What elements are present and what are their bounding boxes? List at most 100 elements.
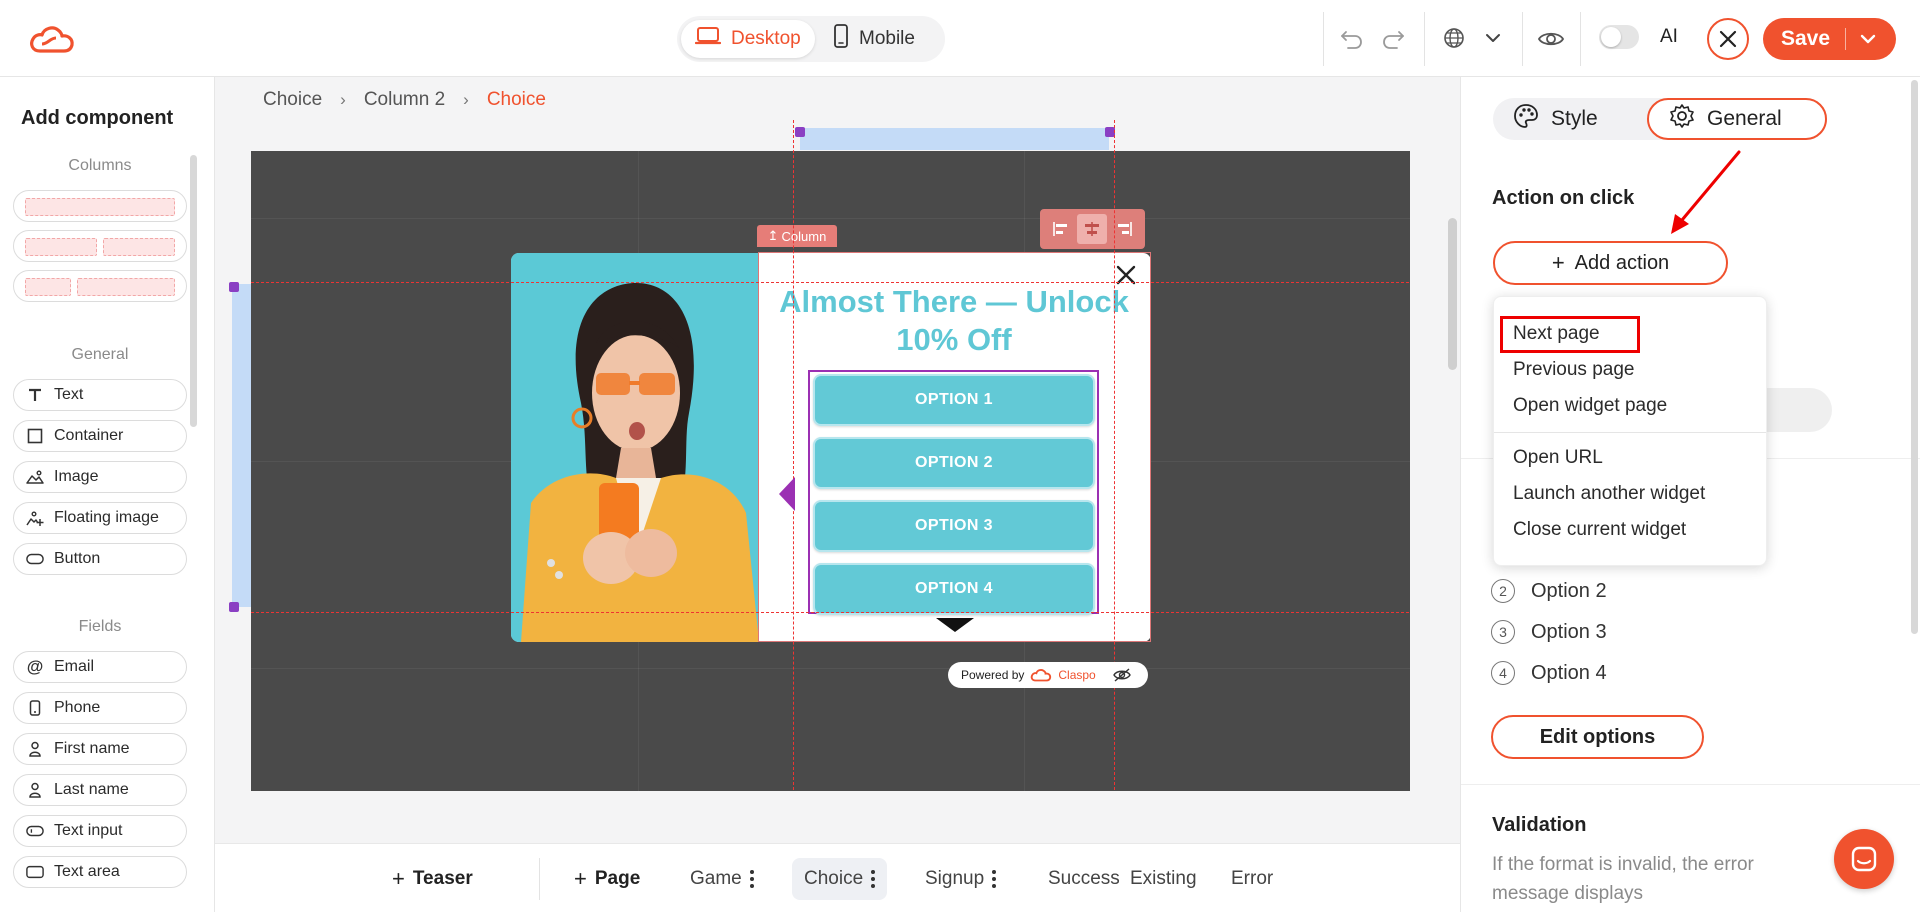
more-vertical-icon[interactable]	[749, 870, 754, 888]
align-center-icon[interactable]	[1077, 214, 1108, 244]
canvas-scrollbar[interactable]	[1448, 218, 1457, 370]
breadcrumb-item[interactable]: Column 2	[364, 89, 445, 111]
menu-item-launch-another-widget[interactable]: Launch another widget	[1513, 483, 1705, 505]
option-button[interactable]: OPTION 2	[813, 437, 1095, 489]
align-left-icon[interactable]	[1046, 214, 1076, 244]
person-icon	[26, 740, 44, 758]
menu-item-previous-page[interactable]: Previous page	[1513, 359, 1634, 381]
component-text-area[interactable]: Text area	[13, 856, 187, 888]
component-label: Last name	[54, 781, 129, 798]
breadcrumb-item[interactable]: Choice	[263, 89, 322, 111]
popup-headline[interactable]: Almost There — Unlock 10% Off	[774, 283, 1134, 359]
component-floating-image[interactable]: Floating image	[13, 502, 187, 534]
more-vertical-icon[interactable]	[871, 870, 876, 888]
option-row[interactable]: 3 Option 3	[1491, 620, 1607, 644]
desktop-button[interactable]: Desktop	[681, 20, 815, 58]
woman-with-phone-image[interactable]	[511, 253, 759, 642]
laptop-icon	[694, 26, 722, 52]
component-label: Phone	[54, 699, 101, 716]
mobile-button[interactable]: Mobile	[819, 20, 939, 58]
option-button[interactable]: OPTION 1	[813, 374, 1095, 426]
component-last-name[interactable]: Last name	[13, 774, 187, 806]
divider	[1845, 28, 1846, 50]
column-layout-2[interactable]	[13, 230, 187, 262]
save-button[interactable]: Save	[1763, 18, 1896, 60]
component-phone[interactable]: Phone	[13, 692, 187, 724]
column-layout-3[interactable]	[13, 270, 187, 302]
close-editor-button[interactable]	[1707, 18, 1749, 60]
left-arrow-handle-icon[interactable]	[777, 475, 797, 513]
component-label: Text area	[54, 863, 120, 880]
option-label: Option 3	[1531, 620, 1607, 643]
powered-by-badge[interactable]: Powered by Claspo	[948, 662, 1148, 688]
page-tab-game[interactable]: Game	[678, 858, 766, 900]
add-page-button[interactable]: + Page	[562, 858, 652, 900]
component-button[interactable]: Button	[13, 543, 187, 575]
column-tag[interactable]: ↥ Column	[757, 225, 837, 247]
resize-handle[interactable]	[229, 282, 239, 292]
menu-item-next-page[interactable]: Next page	[1513, 323, 1600, 345]
component-image[interactable]: Image	[13, 461, 187, 493]
popup-close-icon[interactable]	[1112, 261, 1140, 289]
resize-handle[interactable]	[795, 127, 805, 137]
add-teaser-button[interactable]: + Teaser	[380, 858, 485, 900]
breadcrumb-separator: ›	[340, 90, 346, 109]
component-container[interactable]: Container	[13, 420, 187, 452]
resize-handle[interactable]	[229, 602, 239, 612]
logo-icon[interactable]	[28, 24, 76, 54]
redo-icon[interactable]	[1379, 25, 1407, 53]
panel-scrollbar[interactable]	[1911, 80, 1918, 634]
component-first-name[interactable]: First name	[13, 733, 187, 765]
component-text-input[interactable]: Text input	[13, 815, 187, 847]
column-cell	[25, 198, 175, 216]
claspo-logo-icon	[1031, 669, 1052, 682]
edit-options-button[interactable]: Edit options	[1491, 715, 1704, 759]
column-layout-1[interactable]	[13, 190, 187, 222]
alignment-toolbar	[1040, 209, 1145, 249]
powered-by-label: Powered by	[961, 668, 1025, 682]
add-action-button[interactable]: + Add action	[1493, 241, 1728, 285]
page-tab-label: Game	[690, 868, 742, 889]
component-text[interactable]: Text	[13, 379, 187, 411]
component-label: Floating image	[54, 509, 159, 526]
option-button[interactable]: OPTION 4	[813, 563, 1095, 615]
divider	[1424, 12, 1425, 66]
globe-icon[interactable]	[1440, 24, 1468, 52]
resize-bar-top[interactable]	[800, 128, 1109, 150]
guide-line	[251, 282, 1409, 283]
more-vertical-icon[interactable]	[992, 870, 997, 888]
validation-heading: Validation	[1492, 814, 1587, 836]
top-bar: Desktop Mobile AI Save	[0, 0, 1920, 77]
chevron-down-icon[interactable]	[1481, 26, 1505, 50]
resize-bar-left[interactable]	[232, 284, 251, 607]
column-cell	[77, 278, 175, 296]
option-row[interactable]: 4 Option 4	[1491, 661, 1607, 685]
tab-style[interactable]: Style	[1493, 98, 1643, 140]
page-tab-label: Existing	[1130, 868, 1197, 889]
page-tab-signup[interactable]: Signup	[913, 858, 1008, 900]
eye-icon[interactable]	[1536, 25, 1566, 53]
choice-options-group[interactable]: OPTION 1 OPTION 2 OPTION 3 OPTION 4	[808, 370, 1099, 615]
option-row[interactable]: 2 Option 2	[1491, 579, 1607, 603]
tab-general[interactable]: General	[1647, 98, 1827, 140]
down-arrow-handle-icon[interactable]	[934, 616, 976, 634]
ai-toggle[interactable]	[1599, 25, 1639, 49]
eye-off-icon[interactable]	[1112, 667, 1132, 683]
chevron-down-icon[interactable]	[1859, 29, 1877, 55]
breadcrumb-current: Choice	[486, 89, 546, 110]
menu-item-close-current-widget[interactable]: Close current widget	[1513, 519, 1686, 541]
panel-scrollbar[interactable]	[190, 155, 197, 427]
component-email[interactable]: @ Email	[13, 651, 187, 683]
page-tab-existing[interactable]: Existing	[1118, 858, 1209, 900]
page-tab-error[interactable]: Error	[1219, 858, 1285, 900]
page-tab-label: Success	[1048, 868, 1120, 889]
menu-item-open-widget-page[interactable]: Open widget page	[1513, 395, 1667, 417]
option-button[interactable]: OPTION 3	[813, 500, 1095, 552]
undo-icon[interactable]	[1338, 25, 1366, 53]
pill-icon	[26, 550, 44, 568]
widget-popup[interactable]: Almost There — Unlock 10% Off OPTION 1 O…	[511, 253, 1151, 642]
desktop-label: Desktop	[731, 28, 801, 49]
menu-item-open-url[interactable]: Open URL	[1513, 447, 1603, 469]
chat-support-button[interactable]	[1834, 829, 1894, 889]
page-tab-choice[interactable]: Choice	[792, 858, 888, 900]
